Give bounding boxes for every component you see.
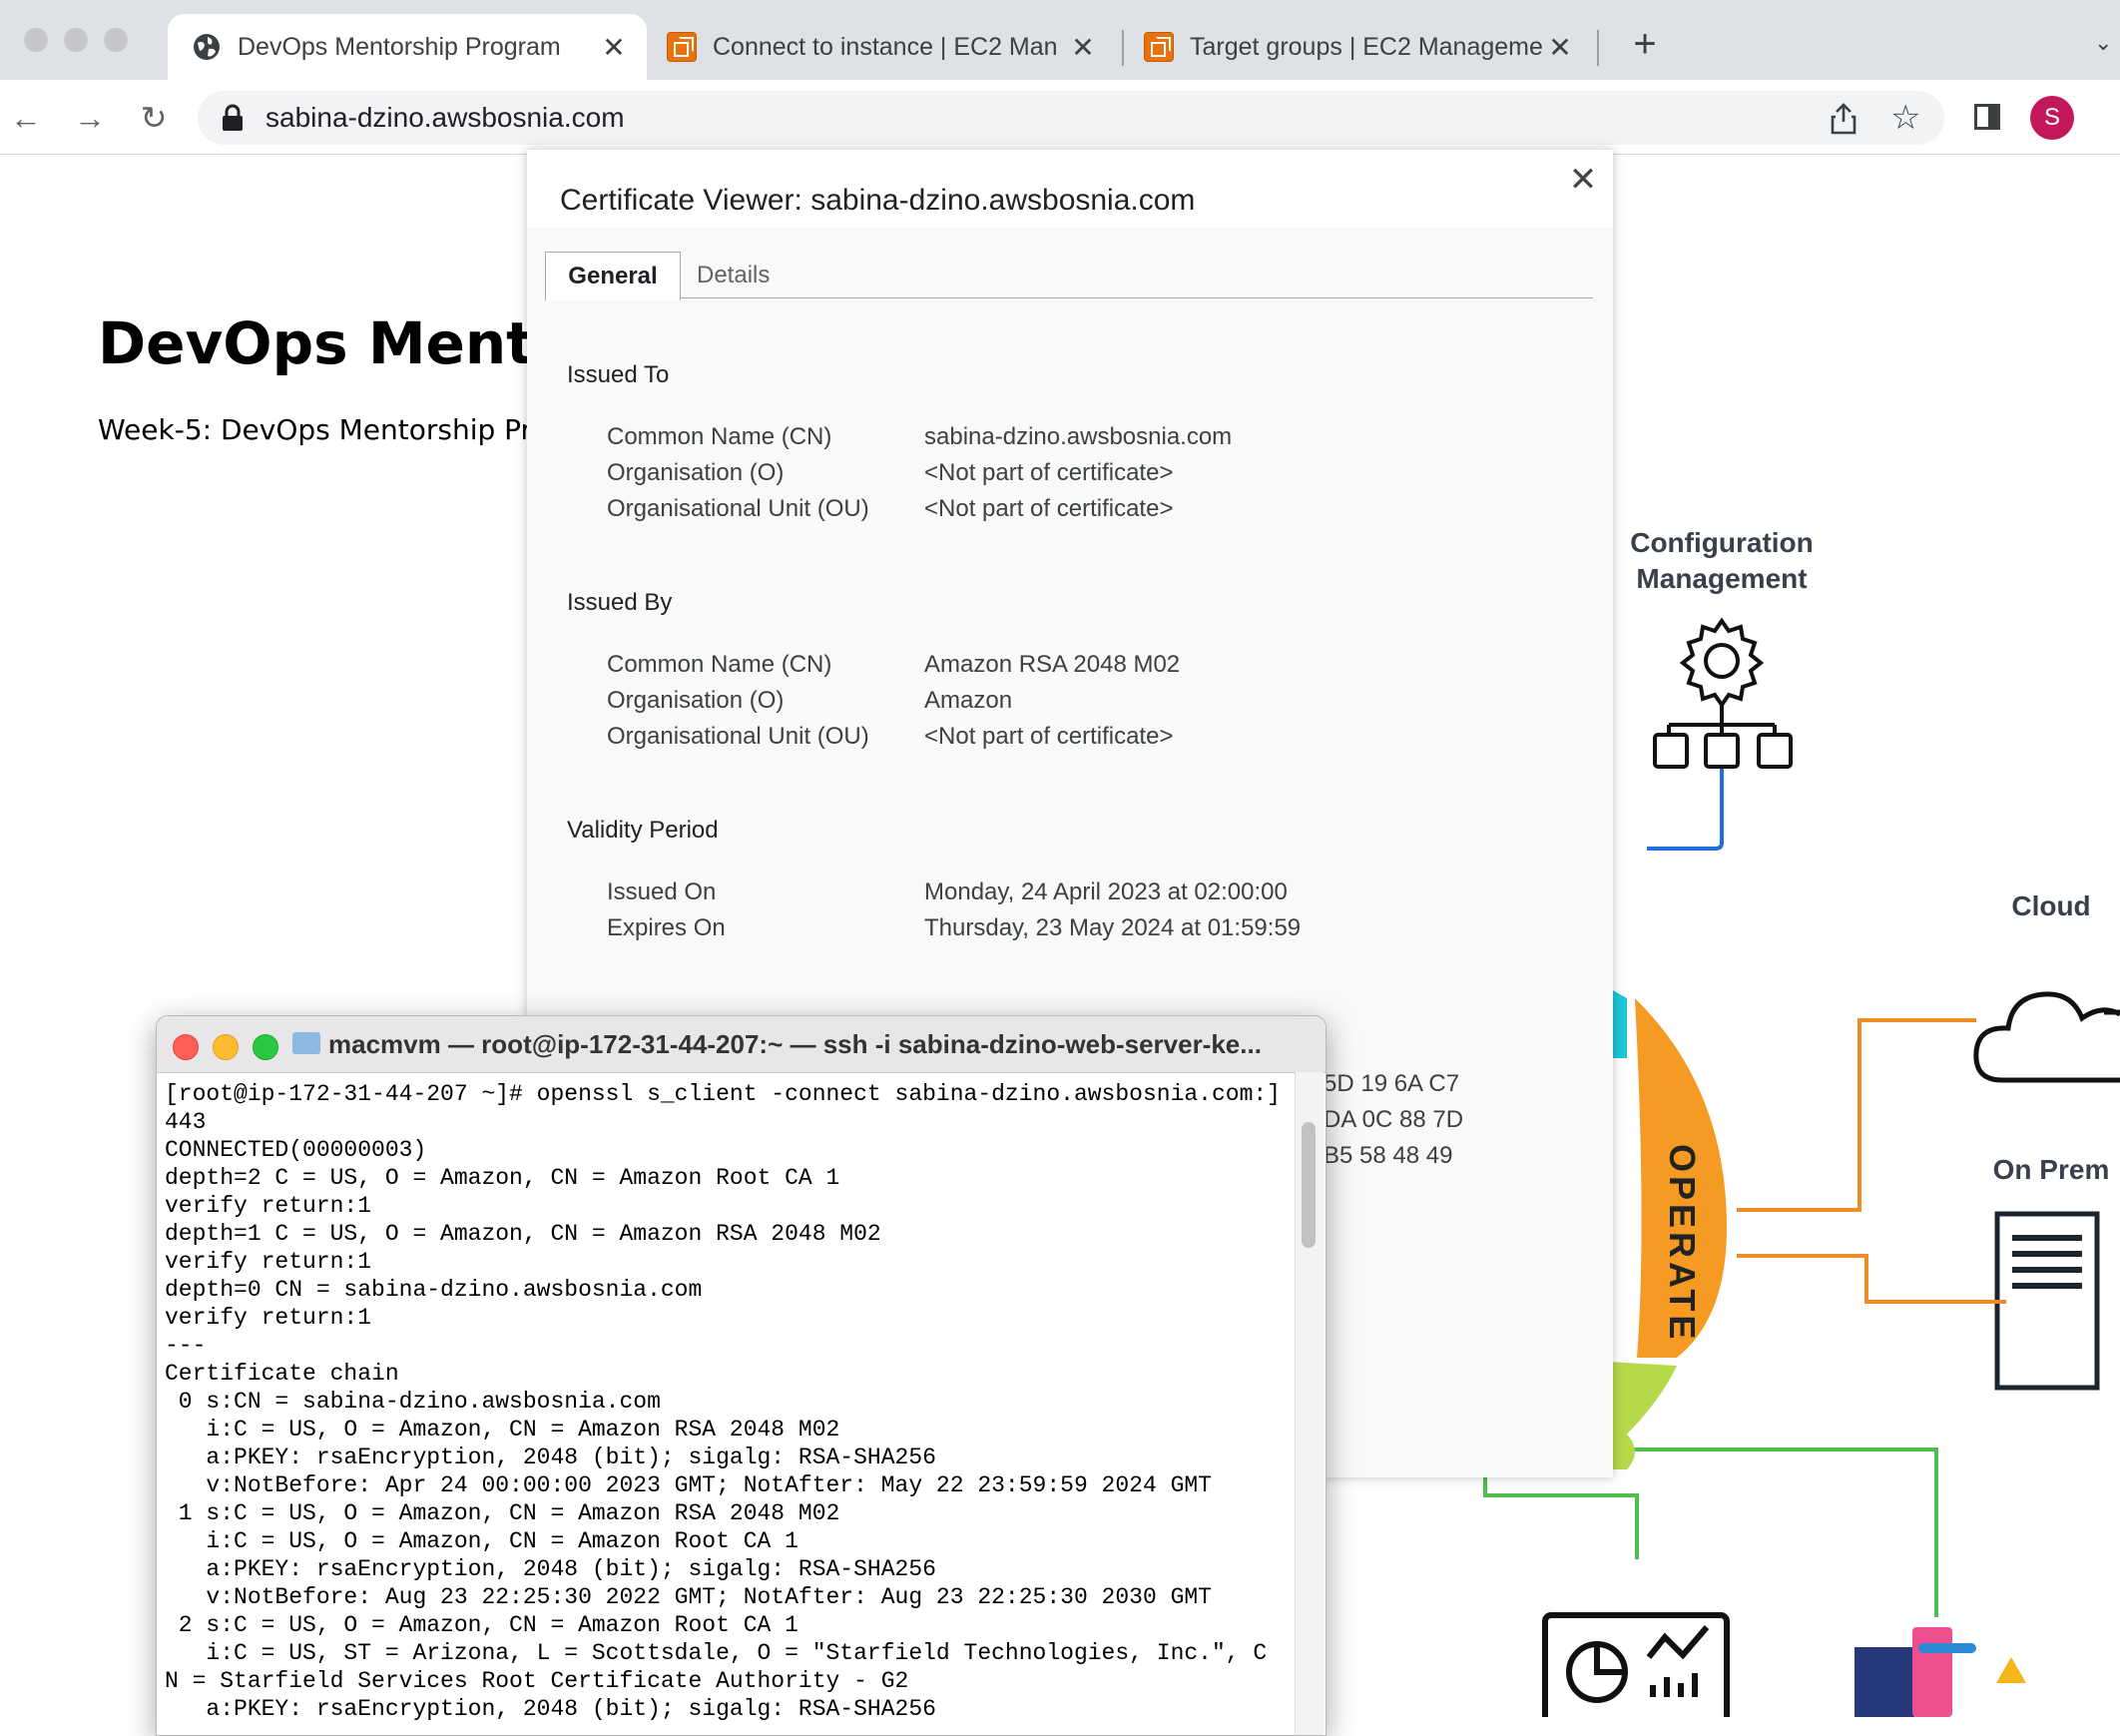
- close-tab-icon[interactable]: ✕: [1066, 31, 1100, 64]
- issued-by-o-label: Organisation (O): [607, 687, 785, 714]
- close-icon[interactable]: ✕: [1563, 160, 1603, 200]
- tab-divider: [1122, 30, 1124, 66]
- bookmark-star-icon[interactable]: ☆: [1890, 98, 1920, 138]
- terminal-line: i:C = US, ST = Arizona, L = Scottsdale, …: [165, 1640, 1268, 1666]
- issued-by-o-value: Amazon: [924, 687, 1013, 714]
- terminal-line: N = Starfield Services Root Certificate …: [165, 1668, 909, 1694]
- fingerprint-fragment: B5 58 48 49: [1324, 1142, 1453, 1169]
- tab-search-chevron-icon[interactable]: ⌄: [2094, 30, 2112, 56]
- issued-to-ou-value: <Not part of certificate>: [924, 495, 1174, 522]
- url-text[interactable]: sabina-dzino.awsbosnia.com: [265, 102, 625, 134]
- close-tab-icon[interactable]: ✕: [597, 31, 631, 64]
- tab-title: DevOps Mentorship Program: [238, 32, 561, 61]
- issued-by-ou-label: Organisational Unit (OU): [607, 723, 869, 750]
- reload-icon[interactable]: ↻: [132, 96, 176, 140]
- terminal-line: 443: [165, 1109, 207, 1135]
- terminal-line: 0 s:CN = sabina-dzino.awsbosnia.com: [165, 1389, 661, 1415]
- terminal-line: depth=2 C = US, O = Amazon, CN = Amazon …: [165, 1165, 840, 1191]
- window-maximize-button[interactable]: [104, 28, 128, 52]
- folder-icon: [292, 1032, 320, 1054]
- terminal-line: CONNECTED(00000003): [165, 1137, 427, 1163]
- validity-heading: Validity Period: [567, 817, 719, 844]
- window-close-button[interactable]: [24, 28, 48, 52]
- terminal-line: i:C = US, O = Amazon, CN = Amazon Root C…: [165, 1528, 798, 1554]
- terminal-line: [root@ip-172-31-44-207 ~]# openssl s_cli…: [165, 1081, 1281, 1107]
- lock-icon[interactable]: [222, 104, 244, 132]
- tab-title: Connect to instance | EC2 Man: [713, 32, 1058, 61]
- terminal-line: a:PKEY: rsaEncryption, 2048 (bit); sigal…: [165, 1556, 936, 1582]
- expires-on-label: Expires On: [607, 914, 726, 941]
- dialog-title: Certificate Viewer: sabina-dzino.awsbosn…: [560, 184, 1196, 217]
- terminal-line: 1 s:C = US, O = Amazon, CN = Amazon RSA …: [165, 1500, 840, 1526]
- terminal-line: 2 s:C = US, O = Amazon, CN = Amazon Root…: [165, 1612, 798, 1638]
- operate-label: OPERATE: [1662, 1144, 1703, 1344]
- browser-tab-connect-instance[interactable]: Connect to instance | EC2 Man ✕: [667, 14, 1114, 80]
- issued-to-ou-label: Organisational Unit (OU): [607, 495, 869, 522]
- config-management-icon: [1647, 617, 1793, 851]
- cloud-label: Cloud: [2011, 890, 2091, 921]
- bottom-diagram: [1483, 1447, 2026, 1717]
- window-minimize-button[interactable]: [64, 28, 88, 52]
- terminal-line: depth=1 C = US, O = Amazon, CN = Amazon …: [165, 1221, 881, 1247]
- back-arrow-icon[interactable]: ←: [4, 96, 48, 140]
- tab-title: Target groups | EC2 Manageme: [1190, 32, 1543, 61]
- terminal-close-button[interactable]: [173, 1034, 199, 1060]
- terminal-line: verify return:1: [165, 1305, 372, 1331]
- terminal-zoom-button[interactable]: [253, 1034, 278, 1060]
- terminal-minimize-button[interactable]: [213, 1034, 239, 1060]
- profile-avatar[interactable]: S: [2030, 96, 2074, 140]
- side-panel-icon[interactable]: [1974, 104, 2000, 130]
- page-subtitle: Week-5: DevOps Mentorship Pr: [98, 413, 533, 446]
- terminal-output[interactable]: [root@ip-172-31-44-207 ~]# openssl s_cli…: [165, 1080, 1313, 1723]
- fingerprint-fragment: DA 0C 88 7D: [1324, 1106, 1464, 1133]
- issued-by-cn-value: Amazon RSA 2048 M02: [924, 651, 1181, 678]
- issued-by-cn-label: Common Name (CN): [607, 651, 832, 678]
- issued-to-o-value: <Not part of certificate>: [924, 459, 1174, 486]
- issued-on-value: Monday, 24 April 2023 at 02:00:00: [924, 878, 1288, 905]
- profile-initial: S: [2043, 104, 2060, 131]
- close-tab-icon[interactable]: ✕: [1543, 31, 1577, 64]
- issued-to-o-label: Organisation (O): [607, 459, 785, 486]
- browser-tab-target-groups[interactable]: Target groups | EC2 Manageme ✕: [1144, 14, 1591, 80]
- globe-icon: [194, 34, 220, 60]
- terminal-line: v:NotBefore: Apr 24 00:00:00 2023 GMT; N…: [165, 1472, 1212, 1498]
- issued-on-label: Issued On: [607, 878, 717, 905]
- share-icon[interactable]: [1829, 102, 1858, 136]
- issued-by-ou-value: <Not part of certificate>: [924, 723, 1174, 750]
- terminal-line: depth=0 CN = sabina-dzino.awsbosnia.com: [165, 1277, 703, 1303]
- aws-ec2-icon: [1144, 32, 1174, 62]
- terminal-line: ---: [165, 1333, 207, 1359]
- terminal-line: verify return:1: [165, 1193, 372, 1219]
- terminal-line: v:NotBefore: Aug 23 22:25:30 2022 GMT; N…: [165, 1584, 1212, 1610]
- menu-dots-icon[interactable]: ⋮: [2108, 96, 2120, 131]
- terminal-line: i:C = US, O = Amazon, CN = Amazon RSA 20…: [165, 1417, 840, 1443]
- expires-on-value: Thursday, 23 May 2024 at 01:59:59: [924, 914, 1302, 941]
- fingerprint-fragment: 5D 19 6A C7: [1324, 1070, 1460, 1097]
- terminal-line: Certificate chain: [165, 1361, 399, 1387]
- issued-to-heading: Issued To: [567, 361, 670, 388]
- terminal-line: verify return:1: [165, 1249, 372, 1275]
- issued-to-cn-label: Common Name (CN): [607, 423, 832, 450]
- browser-tab-bar: DevOps Mentorship Program ✕ Connect to i…: [0, 0, 2120, 80]
- terminal-window[interactable]: macmvm — root@ip-172-31-44-207:~ — ssh -…: [156, 1015, 1326, 1736]
- tab-general[interactable]: General: [545, 252, 681, 300]
- terminal-line: a:PKEY: rsaEncryption, 2048 (bit); sigal…: [165, 1696, 936, 1722]
- forward-arrow-icon[interactable]: →: [68, 96, 112, 140]
- new-tab-icon[interactable]: +: [1623, 22, 1667, 66]
- tab-details[interactable]: Details: [697, 252, 770, 299]
- browser-tab-devops[interactable]: DevOps Mentorship Program ✕: [168, 14, 647, 80]
- terminal-line: a:PKEY: rsaEncryption, 2048 (bit); sigal…: [165, 1445, 936, 1470]
- aws-ec2-icon: [667, 32, 697, 62]
- issued-to-cn-value: sabina-dzino.awsbosnia.com: [924, 423, 1233, 450]
- issued-by-heading: Issued By: [567, 589, 673, 616]
- tab-divider: [1597, 30, 1599, 66]
- terminal-title: macmvm — root@ip-172-31-44-207:~ — ssh -…: [328, 1029, 1262, 1059]
